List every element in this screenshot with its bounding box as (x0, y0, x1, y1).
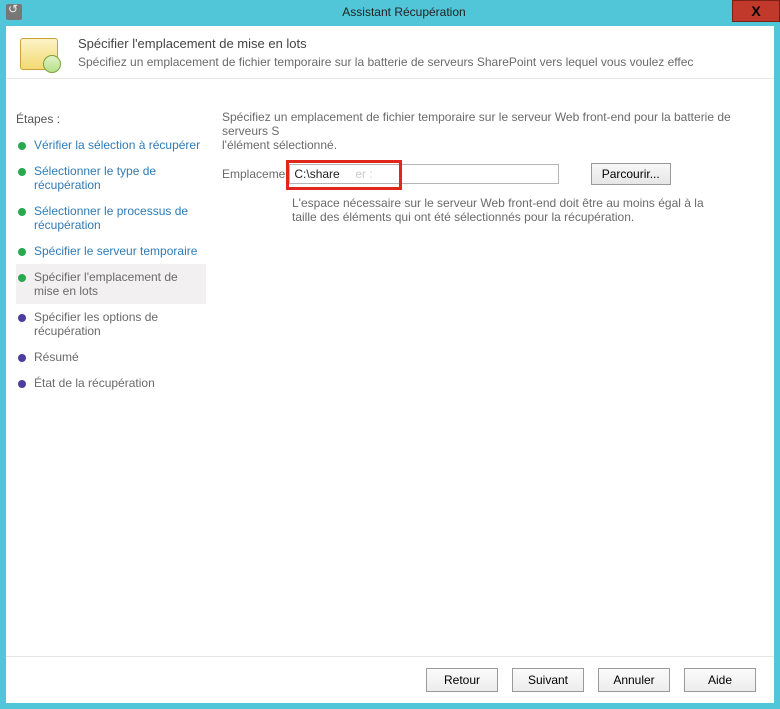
step-verify-selection[interactable]: Vérifier la sélection à récupérer (16, 132, 206, 158)
step-select-recovery-process[interactable]: Sélectionner le processus de récupératio… (16, 198, 206, 238)
page-subtitle: Spécifiez un emplacement de fichier temp… (78, 55, 760, 69)
staging-space-note: L'espace nécessaire sur le serveur Web f… (292, 196, 712, 224)
step-label: Spécifier l'emplacement de mise en lots (34, 270, 204, 298)
app-icon (6, 4, 22, 20)
step-label: Spécifier le serveur temporaire (34, 244, 197, 258)
step-label: Sélectionner le processus de récupératio… (34, 204, 204, 232)
wizard-main-panel: Spécifiez un emplacement de fichier temp… (214, 106, 774, 657)
step-bullet-icon (18, 380, 26, 388)
staging-path-input[interactable] (289, 164, 559, 184)
staging-description: Spécifiez un emplacement de fichier temp… (222, 110, 774, 152)
staging-location-label-right: er : (355, 167, 372, 181)
wizard-header: Spécifier l'emplacement de mise en lots … (6, 26, 774, 79)
close-button[interactable]: X (732, 0, 780, 22)
title-bar[interactable]: Assistant Récupération X (0, 0, 780, 24)
step-bullet-icon (18, 208, 26, 216)
step-label: Spécifier les options de récupération (34, 310, 204, 338)
step-bullet-icon (18, 314, 26, 322)
close-icon: X (751, 3, 760, 19)
next-button[interactable]: Suivant (512, 668, 584, 692)
window-chrome: Assistant Récupération X Spécifier l'emp… (0, 0, 780, 709)
staging-location-label-left: Emplaceme (222, 167, 285, 181)
step-bullet-icon (18, 274, 26, 282)
cancel-button[interactable]: Annuler (598, 668, 670, 692)
staging-path-wrap (289, 164, 559, 184)
step-bullet-icon (18, 142, 26, 150)
step-select-recovery-type[interactable]: Sélectionner le type de récupération (16, 158, 206, 198)
client-area: Spécifier l'emplacement de mise en lots … (6, 26, 774, 703)
step-summary[interactable]: Résumé (16, 344, 206, 370)
step-specify-recovery-options[interactable]: Spécifier les options de récupération (16, 304, 206, 344)
back-button[interactable]: Retour (426, 668, 498, 692)
wizard-footer: Retour Suivant Annuler Aide (6, 656, 774, 703)
step-label: Sélectionner le type de récupération (34, 164, 204, 192)
step-label: Vérifier la sélection à récupérer (34, 138, 200, 152)
browse-button[interactable]: Parcourir... (591, 163, 671, 185)
step-recovery-status[interactable]: État de la récupération (16, 370, 206, 396)
help-button[interactable]: Aide (684, 668, 756, 692)
wizard-body: Étapes : Vérifier la sélection à récupér… (6, 106, 774, 657)
wizard-header-text: Spécifier l'emplacement de mise en lots … (78, 36, 760, 69)
folder-recover-icon (20, 38, 58, 70)
step-specify-staging-location[interactable]: Spécifier l'emplacement de mise en lots (16, 264, 206, 304)
steps-heading: Étapes : (16, 112, 206, 126)
step-label: Résumé (34, 350, 79, 364)
window-title: Assistant Récupération (28, 5, 780, 19)
step-bullet-icon (18, 354, 26, 362)
step-bullet-icon (18, 248, 26, 256)
step-specify-temp-server[interactable]: Spécifier le serveur temporaire (16, 238, 206, 264)
steps-sidebar: Étapes : Vérifier la sélection à récupér… (6, 106, 214, 657)
page-title: Spécifier l'emplacement de mise en lots (78, 36, 760, 51)
step-bullet-icon (18, 168, 26, 176)
step-label: État de la récupération (34, 376, 155, 390)
staging-location-row: Emplaceme er : Parcourir... (222, 162, 774, 186)
